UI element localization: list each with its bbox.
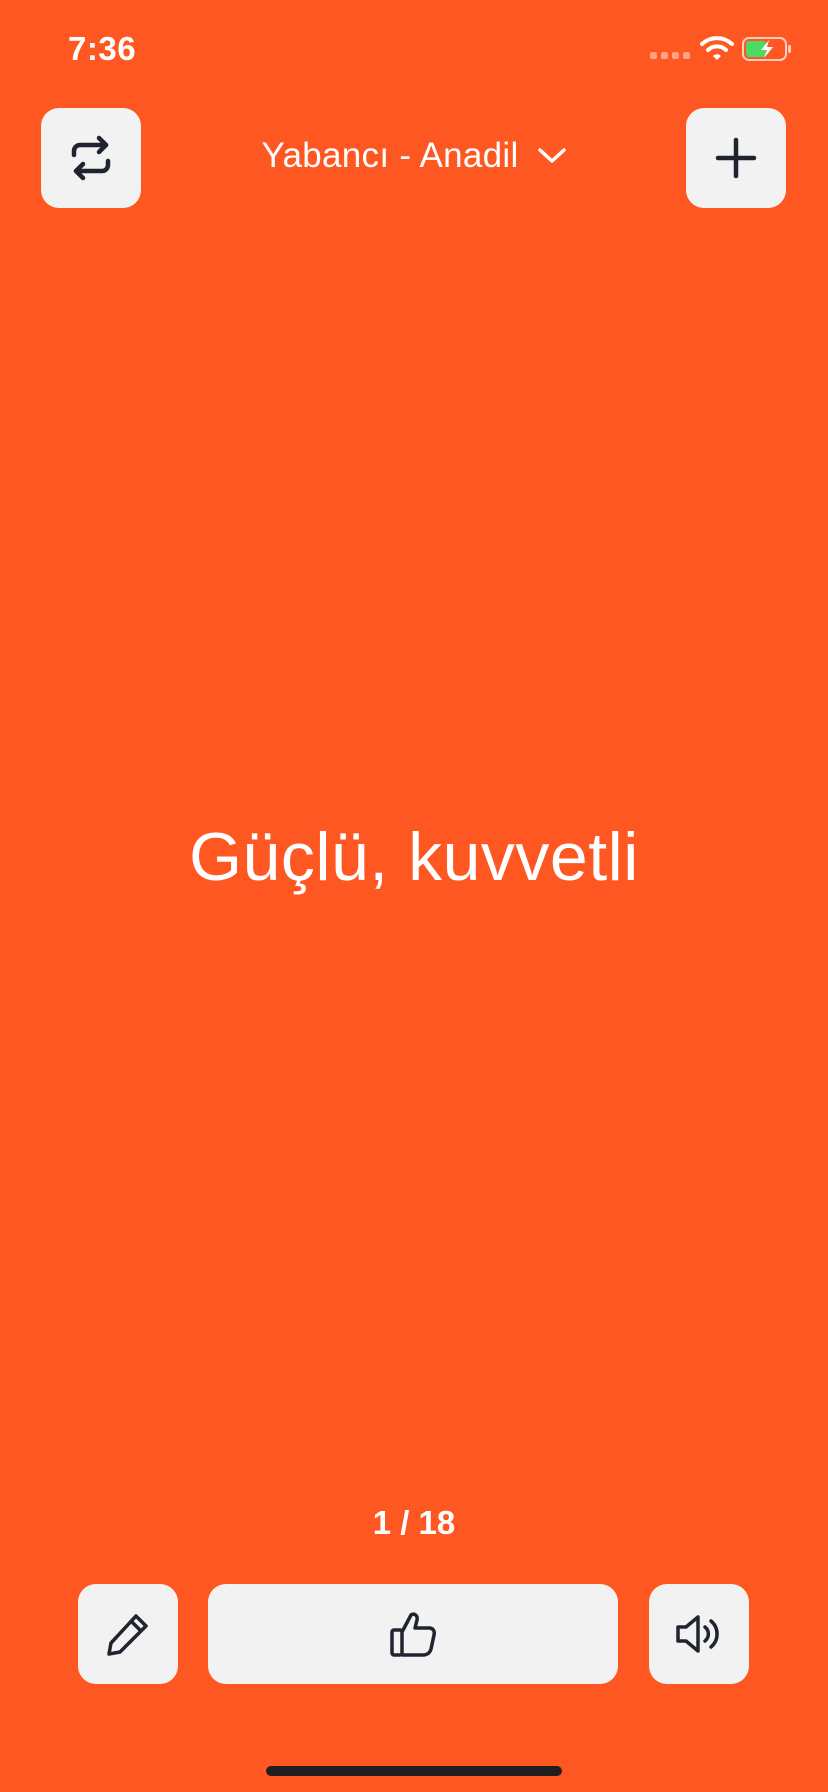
mode-label: Yabancı - Anadil <box>261 136 519 175</box>
card-counter: 1 / 18 <box>372 1504 456 1541</box>
pronounce-button[interactable] <box>649 1584 749 1684</box>
thumbs-up-icon <box>390 1612 436 1657</box>
status-bar: 7:36 <box>0 0 828 100</box>
wifi-icon <box>700 36 734 60</box>
chevron-down-icon <box>537 148 566 163</box>
battery-icon <box>742 37 791 61</box>
pencil-icon <box>107 1614 148 1656</box>
edit-card-button[interactable] <box>78 1584 178 1684</box>
speaker-icon <box>676 1615 719 1653</box>
cellular-signal-icon <box>650 52 690 59</box>
home-indicator[interactable] <box>266 1766 562 1776</box>
status-time: 7:36 <box>68 30 137 67</box>
add-card-button[interactable] <box>686 108 786 208</box>
plus-icon <box>715 137 757 179</box>
flashcard-word[interactable]: Güçlü, kuvvetli <box>0 818 828 896</box>
like-button[interactable] <box>208 1584 618 1684</box>
